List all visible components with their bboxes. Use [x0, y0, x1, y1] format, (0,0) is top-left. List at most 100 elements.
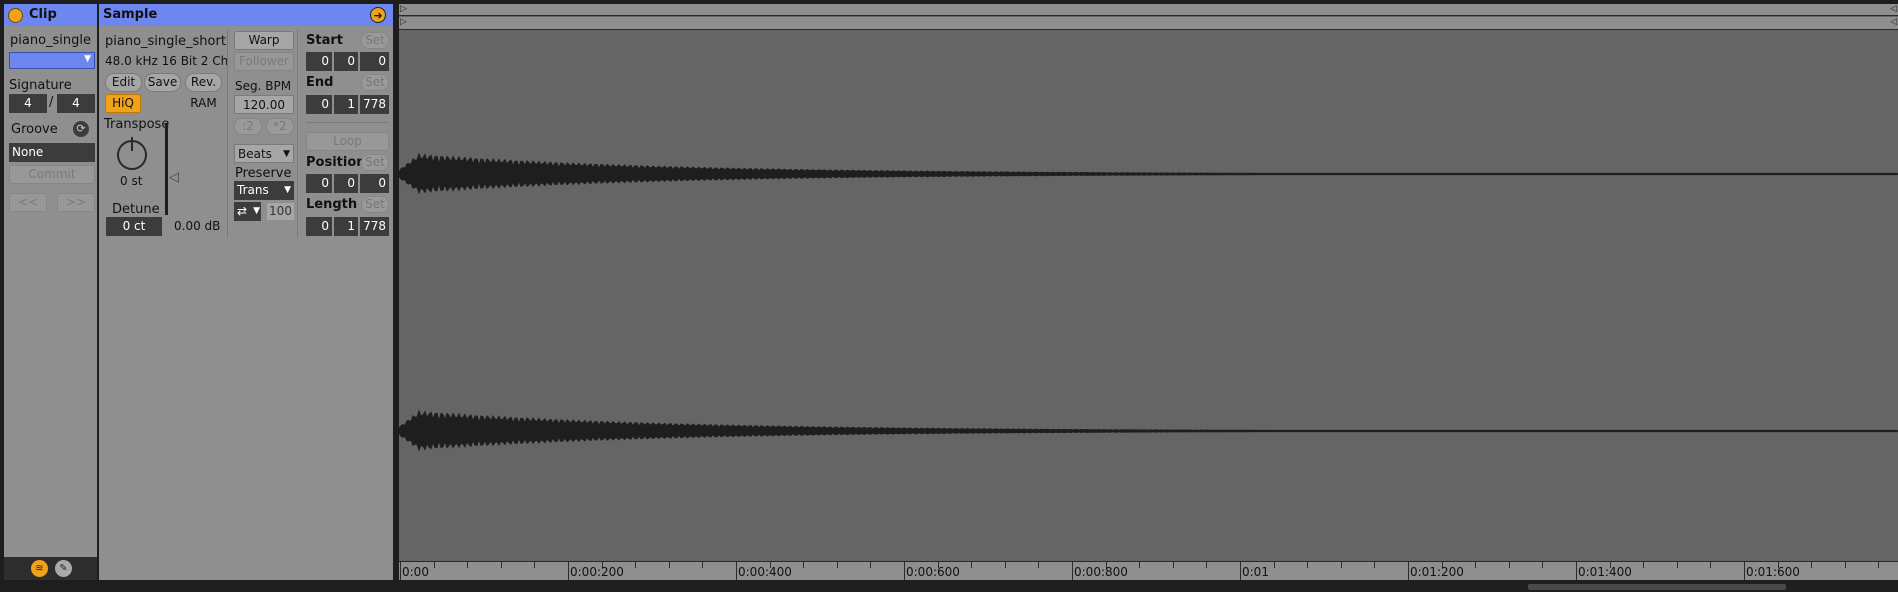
start-label: Start — [306, 33, 343, 48]
ruler-label-0: 0:00 — [402, 565, 429, 579]
ruler-tick — [1172, 562, 1174, 568]
ruler-tick — [635, 562, 637, 568]
start-bar[interactable]: 0 — [306, 52, 332, 71]
divider — [306, 122, 389, 123]
ruler-tick — [1139, 562, 1141, 568]
ruler-tick — [534, 562, 536, 568]
groove-pool-icon[interactable]: ≋ — [31, 560, 48, 577]
signature-separator: / — [49, 95, 54, 110]
ruler-label-7: 0:01:400 — [1578, 565, 1632, 579]
ruler-tick — [1240, 562, 1241, 580]
envelope-amount-field[interactable]: 100 — [267, 203, 294, 220]
nudge-forward-button[interactable]: >> — [57, 193, 95, 212]
ruler-tick — [1307, 562, 1309, 568]
end-sixteenth[interactable]: 778 — [360, 95, 389, 114]
segment-bpm-label: Seg. BPM — [235, 79, 292, 93]
clip-footer — [4, 557, 97, 580]
sample-display[interactable]: ▷ ▷ ◁ ◁ — [399, 4, 1898, 580]
set-length-button[interactable]: Set — [361, 196, 389, 213]
position-label: Position — [306, 155, 366, 170]
commit-button[interactable]: Commit — [9, 165, 95, 184]
start-sixteenth[interactable]: 0 — [360, 52, 389, 71]
transpose-label: Transpose — [104, 117, 170, 132]
ruler-tick — [568, 562, 569, 580]
ruler-tick — [803, 562, 805, 568]
transpose-knob[interactable] — [117, 137, 147, 170]
hiq-toggle[interactable]: HiQ — [105, 94, 141, 113]
ruler-tick — [1004, 562, 1006, 568]
start-marker-icon[interactable]: ▷ — [400, 4, 407, 14]
position-bar[interactable]: 0 — [306, 174, 332, 193]
ruler-label-3: 0:00:600 — [906, 565, 960, 579]
ruler-tick — [1811, 562, 1813, 568]
ruler-tick — [1038, 562, 1040, 568]
ruler-tick — [1643, 562, 1645, 568]
warp-button[interactable]: Warp — [234, 31, 294, 50]
sample-title: Sample — [103, 7, 158, 22]
ruler-tick — [736, 562, 737, 580]
segment-bpm-field[interactable]: 120.00 — [234, 95, 294, 114]
ruler-tick — [904, 562, 905, 580]
position-sixteenth[interactable]: 0 — [360, 174, 389, 193]
loop-button[interactable]: Loop — [306, 132, 389, 151]
length-bar[interactable]: 0 — [306, 217, 332, 236]
ruler-tick — [668, 562, 670, 568]
groove-label: Groove — [11, 122, 58, 137]
ram-toggle[interactable]: RAM — [185, 94, 222, 113]
warp-mode-selector[interactable]: Beats ▼ — [234, 144, 294, 163]
signature-numerator[interactable]: 4 — [9, 94, 47, 113]
waveform-left-channel — [399, 152, 1898, 195]
set-end-button[interactable]: Set — [361, 74, 389, 91]
signature-label: Signature — [9, 78, 72, 93]
marker-strip-second[interactable] — [399, 17, 1898, 30]
divider — [227, 30, 228, 238]
sample-hotswap-icon[interactable]: ➜ — [370, 7, 386, 23]
start-beat[interactable]: 0 — [334, 52, 358, 71]
waveform[interactable] — [399, 31, 1898, 561]
ruler-tick — [1408, 562, 1409, 580]
ruler-label-4: 0:00:800 — [1074, 565, 1128, 579]
wrench-icon[interactable]: ✎ — [55, 560, 72, 577]
edit-button[interactable]: Edit — [105, 73, 142, 92]
loop-mode-selector[interactable]: ⇄ ▼ — [234, 202, 261, 221]
follower-button[interactable]: Follower — [234, 52, 294, 71]
sample-filename: piano_single_short — [105, 34, 226, 49]
end-bar[interactable]: 0 — [306, 95, 332, 114]
length-sixteenth[interactable]: 778 — [360, 217, 389, 236]
end-marker-icon[interactable]: ◁ — [1890, 4, 1897, 14]
double-tempo-button[interactable]: *2 — [266, 118, 294, 135]
gain-slider-handle[interactable]: ◁ — [169, 170, 179, 185]
sample-format: 48.0 kHz 16 Bit 2 Ch — [105, 54, 229, 68]
ruler-tick — [1206, 562, 1208, 568]
nudge-back-button[interactable]: << — [9, 193, 47, 212]
loop-start-marker-icon[interactable]: ▷ — [400, 17, 407, 27]
ruler-tick — [870, 562, 872, 568]
position-beat[interactable]: 0 — [334, 174, 358, 193]
gain-slider-track[interactable] — [165, 123, 168, 215]
clip-panel: Clip piano_single ▼ Signature 4 / 4 Groo… — [4, 4, 97, 580]
set-start-button[interactable]: Set — [361, 32, 389, 49]
detune-label: Detune — [112, 202, 160, 217]
groove-selector[interactable]: None — [9, 143, 95, 162]
waveform-right-channel — [399, 409, 1898, 452]
clip-title: Clip — [29, 7, 57, 22]
end-label: End — [306, 75, 334, 90]
signature-denominator[interactable]: 4 — [57, 94, 95, 113]
loop-end-marker-icon[interactable]: ◁ — [1890, 17, 1897, 27]
groove-hot-swap-icon[interactable]: ⟳ — [73, 121, 89, 137]
preserve-selector[interactable]: Trans ▼ — [234, 181, 294, 200]
length-beat[interactable]: 1 — [334, 217, 358, 236]
clip-activator-button[interactable] — [8, 8, 23, 23]
reverse-button[interactable]: Rev. — [185, 73, 222, 92]
ruler-tick — [433, 562, 435, 568]
clip-name[interactable]: piano_single — [10, 33, 91, 48]
end-beat[interactable]: 1 — [334, 95, 358, 114]
clip-color-selector[interactable]: ▼ — [9, 52, 95, 69]
detune-field[interactable]: 0 ct — [106, 217, 162, 236]
marker-strip-top[interactable] — [399, 4, 1898, 16]
set-position-button[interactable]: Set — [361, 154, 389, 171]
horizontal-scrollbar[interactable] — [1528, 584, 1786, 590]
save-button[interactable]: Save — [144, 73, 181, 92]
halve-tempo-button[interactable]: :2 — [234, 118, 262, 135]
ruler-tick — [1844, 562, 1846, 568]
